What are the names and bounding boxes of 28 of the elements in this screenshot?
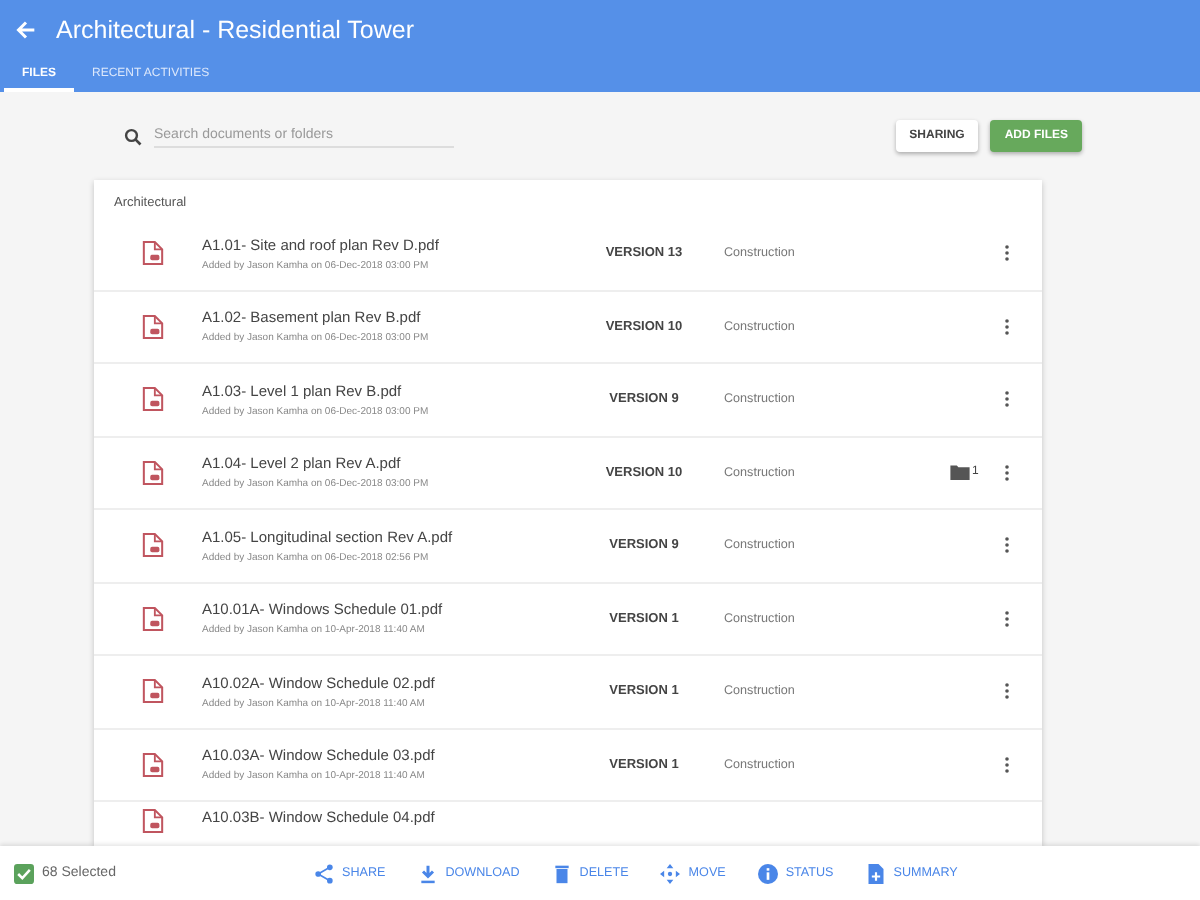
back-arrow-icon[interactable] [16, 20, 36, 40]
pdf-file-icon [142, 386, 164, 413]
share-icon [314, 863, 334, 883]
more-options-icon[interactable] [1004, 755, 1010, 774]
search-icon [124, 127, 142, 145]
pdf-file-icon [142, 605, 164, 632]
info-icon [757, 863, 778, 883]
folder-icon [950, 464, 970, 481]
more-options-icon[interactable] [1004, 390, 1010, 409]
more-options-icon[interactable] [1004, 244, 1010, 263]
more-options-icon[interactable] [1004, 609, 1010, 628]
more-options-icon[interactable] [1004, 682, 1010, 701]
pdf-file-icon [142, 459, 164, 486]
download-icon [417, 863, 438, 883]
more-options-icon[interactable] [1004, 536, 1010, 555]
pdf-file-icon [142, 808, 164, 834]
more-options-icon[interactable] [1004, 463, 1010, 482]
pdf-file-icon [142, 532, 164, 559]
more-options-icon[interactable] [1004, 317, 1010, 336]
pdf-file-icon [142, 313, 164, 340]
document-plus-icon [865, 863, 886, 883]
page-title: Architectural - Residential Tower [56, 16, 415, 44]
pdf-file-icon [142, 240, 164, 267]
checkbox-icon[interactable] [14, 863, 34, 883]
trash-icon [551, 863, 572, 883]
move-arrows-icon [660, 863, 681, 883]
pdf-file-icon [142, 751, 164, 778]
pdf-file-icon [142, 678, 164, 705]
